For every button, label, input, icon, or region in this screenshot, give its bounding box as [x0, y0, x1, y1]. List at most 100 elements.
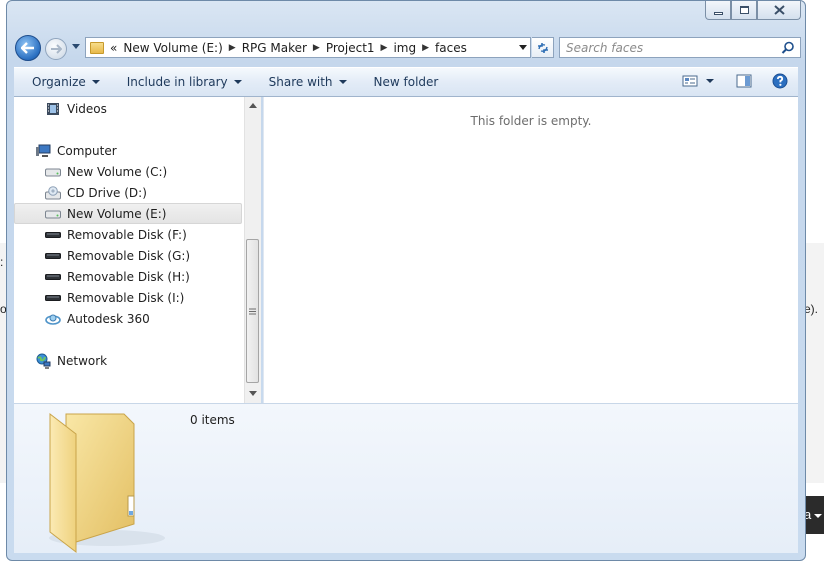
- help-icon: [772, 73, 788, 89]
- back-arrow-icon: [21, 42, 34, 54]
- nav-item-videos[interactable]: Videos: [14, 98, 242, 119]
- nav-item-network[interactable]: Network: [14, 350, 242, 371]
- nav-item-removable-disk-g[interactable]: Removable Disk (G:): [14, 245, 242, 266]
- recent-pages-dropdown[interactable]: [72, 44, 80, 49]
- dropdown-arrow-icon: [814, 513, 823, 518]
- include-in-library-button[interactable]: Include in library: [118, 75, 251, 89]
- views-icon: [682, 75, 698, 87]
- nav-item-label: Removable Disk (H:): [67, 269, 190, 284]
- nav-item-new-volume-c[interactable]: New Volume (C:): [14, 161, 242, 182]
- chevron-down-icon: [91, 80, 100, 84]
- item-count: 0 items: [190, 413, 235, 427]
- chevron-down-icon: [519, 45, 527, 50]
- close-button[interactable]: [757, 1, 801, 20]
- nav-item-label: Autodesk 360: [67, 311, 150, 326]
- caption-buttons: [705, 1, 801, 20]
- close-icon: [773, 5, 785, 15]
- cd-drive-icon: [45, 185, 61, 201]
- computer-icon: [35, 143, 51, 159]
- breadcrumb-img[interactable]: img: [390, 41, 419, 55]
- navigation-pane-scrollbar[interactable]: [244, 97, 261, 403]
- removable-disk-icon: [45, 227, 61, 243]
- refresh-button[interactable]: [532, 37, 554, 58]
- chevron-down-icon: [233, 80, 242, 84]
- maximize-icon: [739, 6, 749, 14]
- organize-label: Organize: [32, 75, 86, 89]
- nav-item-label: Removable Disk (G:): [67, 248, 191, 263]
- nav-item-label: Network: [57, 353, 108, 368]
- nav-item-label: Computer: [57, 143, 117, 158]
- new-folder-label: New folder: [373, 75, 439, 89]
- breadcrumb-separator-icon[interactable]: ▶: [419, 43, 432, 53]
- chevron-down-icon: [338, 80, 347, 84]
- nav-item-label: New Volume (E:): [67, 206, 167, 221]
- empty-folder-message: This folder is empty.: [470, 114, 592, 128]
- background-text-fragment: :: [0, 255, 4, 269]
- file-list-pane[interactable]: This folder is empty.: [263, 97, 798, 403]
- minimize-icon: [713, 11, 723, 15]
- breadcrumb-overflow[interactable]: «: [104, 41, 120, 55]
- scroll-down-arrow-icon[interactable]: [249, 391, 257, 396]
- folder-icon: [49, 412, 165, 554]
- folder-icon: [90, 41, 104, 54]
- background-text-fragment: e).: [804, 302, 819, 316]
- breadcrumb-new-volume-e[interactable]: New Volume (E:): [120, 41, 225, 55]
- help-button[interactable]: [772, 73, 788, 89]
- address-dropdown-button[interactable]: [516, 38, 530, 57]
- details-pane: 0 items: [14, 403, 798, 554]
- navigation-bar: « New Volume (E:) ▶ RPG Maker ▶ Project1…: [15, 35, 801, 61]
- nav-item-computer[interactable]: Computer: [14, 140, 242, 161]
- breadcrumb-separator-icon[interactable]: ▶: [226, 43, 239, 53]
- nav-item-label: Removable Disk (I:): [67, 290, 185, 305]
- breadcrumb: « New Volume (E:) ▶ RPG Maker ▶ Project1…: [104, 38, 516, 57]
- drive-icon: [45, 164, 61, 180]
- autodesk-360-icon: [45, 311, 61, 327]
- removable-disk-icon: [45, 248, 61, 264]
- nav-item-cd-drive-d[interactable]: CD Drive (D:): [14, 182, 242, 203]
- scrollbar-thumb[interactable]: [246, 239, 259, 383]
- grip-icon: [249, 308, 256, 314]
- views-button[interactable]: [682, 74, 714, 88]
- removable-disk-icon: [45, 290, 61, 306]
- nav-item-label: CD Drive (D:): [67, 185, 147, 200]
- share-with-button[interactable]: Share with: [260, 75, 356, 89]
- navigation-pane: Videos Computer New Volume (C:) CD Drive…: [14, 97, 244, 403]
- address-bar[interactable]: « New Volume (E:) ▶ RPG Maker ▶ Project1…: [85, 37, 531, 58]
- chevron-down-icon[interactable]: [706, 79, 714, 83]
- back-button[interactable]: [15, 35, 41, 61]
- search-box[interactable]: Search faces: [559, 37, 801, 58]
- preview-pane-button[interactable]: [736, 74, 752, 88]
- preview-pane-icon: [736, 74, 752, 88]
- nav-item-label: Videos: [67, 101, 107, 116]
- nav-item-removable-disk-f[interactable]: Removable Disk (F:): [14, 224, 242, 245]
- nav-item-label: New Volume (C:): [67, 164, 168, 179]
- explorer-window: « New Volume (E:) ▶ RPG Maker ▶ Project1…: [6, 0, 806, 561]
- forward-button[interactable]: [45, 38, 67, 60]
- removable-disk-icon: [45, 269, 61, 285]
- nav-item-removable-disk-i[interactable]: Removable Disk (I:): [14, 287, 242, 308]
- minimize-button[interactable]: [705, 1, 731, 20]
- share-with-label: Share with: [268, 75, 333, 89]
- search-input[interactable]: Search faces: [560, 41, 781, 55]
- breadcrumb-separator-icon[interactable]: ▶: [310, 43, 323, 53]
- magnifier-icon[interactable]: [781, 41, 795, 55]
- command-toolbar: Organize Include in library Share with N…: [14, 67, 798, 97]
- include-in-library-label: Include in library: [126, 75, 228, 89]
- maximize-button[interactable]: [731, 1, 757, 20]
- videos-icon: [45, 101, 61, 117]
- nav-item-new-volume-e[interactable]: New Volume (E:): [14, 203, 242, 224]
- scroll-up-arrow-icon[interactable]: [249, 103, 257, 108]
- breadcrumb-project1[interactable]: Project1: [323, 41, 378, 55]
- nav-item-label: Removable Disk (F:): [67, 227, 187, 242]
- breadcrumb-rpg-maker[interactable]: RPG Maker: [239, 41, 310, 55]
- nav-item-autodesk-360[interactable]: Autodesk 360: [14, 308, 242, 329]
- network-icon: [35, 353, 51, 369]
- organize-button[interactable]: Organize: [23, 75, 109, 89]
- breadcrumb-separator-icon[interactable]: ▶: [378, 43, 391, 53]
- breadcrumb-faces[interactable]: faces: [432, 41, 470, 55]
- refresh-icon: [537, 42, 548, 53]
- nav-item-removable-disk-h[interactable]: Removable Disk (H:): [14, 266, 242, 287]
- new-folder-button[interactable]: New folder: [365, 75, 448, 89]
- toolbar-right-group: [682, 73, 788, 89]
- forward-arrow-icon: [51, 44, 62, 54]
